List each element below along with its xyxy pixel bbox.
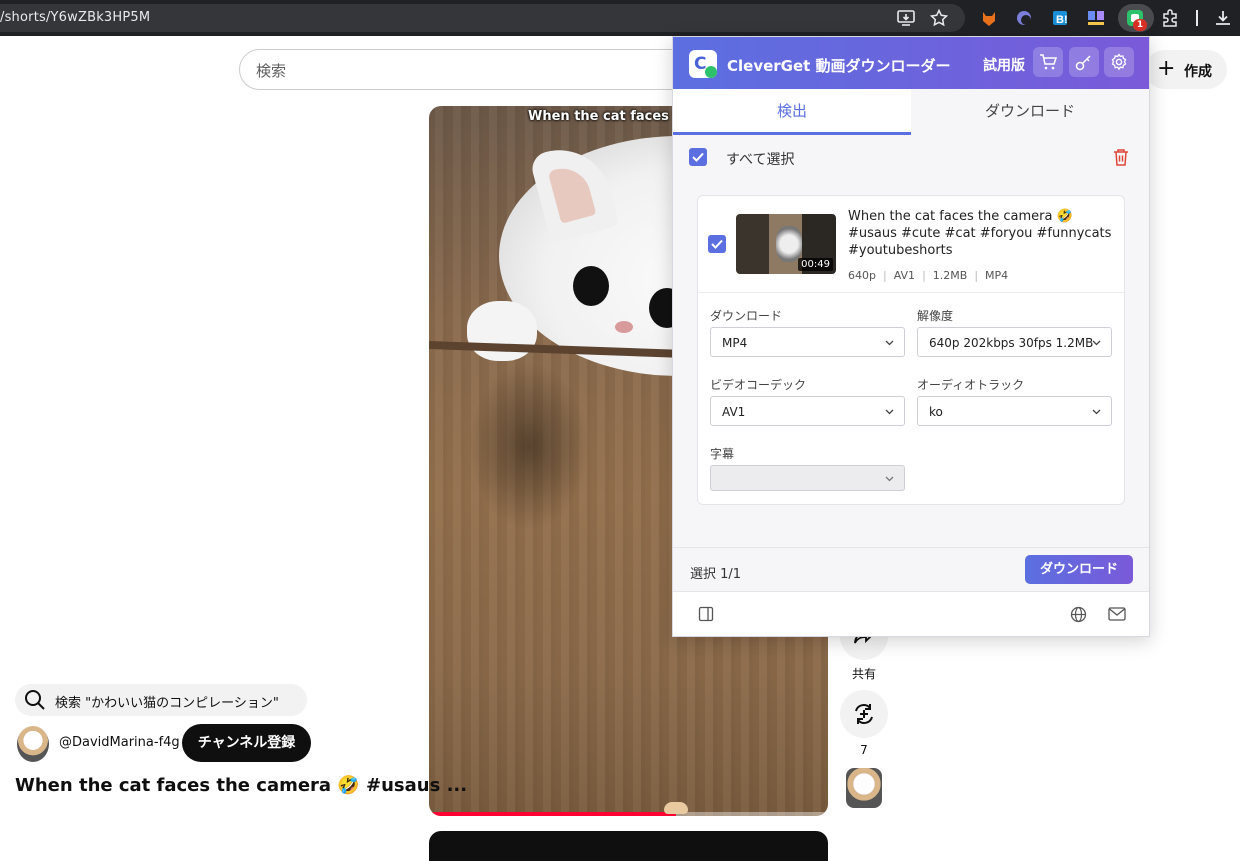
toolbar-divider: [1196, 10, 1198, 26]
selected-count: 選択 1/1: [690, 567, 742, 582]
download-format-value: MP4: [722, 336, 748, 350]
star-icon[interactable]: [929, 8, 949, 28]
popup-tabs: 検出 ダウンロード: [673, 89, 1149, 135]
audio-track-label: オーディオトラック: [917, 378, 1025, 392]
duration-badge: 00:49: [798, 258, 833, 271]
video-title: When the cat faces the camera 🤣 #usaus .…: [15, 775, 468, 796]
meta-codec: AV1: [893, 269, 916, 282]
item-title: When the cat faces the camera 🤣 #usaus #…: [848, 209, 1112, 258]
trash-icon[interactable]: [1113, 148, 1129, 166]
cat-eye-left: [573, 266, 609, 306]
popup-footer: 選択 1/1 ダウンロード: [673, 547, 1149, 591]
meta-resolution: 640p: [848, 269, 876, 282]
subtitle-select[interactable]: [710, 465, 905, 491]
extension-fox-icon[interactable]: [979, 8, 999, 28]
share-label: 共有: [851, 667, 876, 681]
progress-bar[interactable]: [429, 812, 828, 816]
search-icon: [25, 690, 45, 710]
card-divider: [698, 292, 1124, 293]
detected-list: 00:49 When the cat faces the camera 🤣 #u…: [673, 179, 1149, 547]
remix-icon: [855, 704, 873, 724]
download-format-label: ダウンロード: [710, 309, 783, 323]
create-label: 作成: [1184, 64, 1212, 80]
resolution-value: 640p 202kbps 30fps 1.2MB: [929, 336, 1094, 350]
meta-size: 1.2MB: [932, 269, 968, 282]
popup-header: C CleverGet 動画ダウンローダー 試用版: [673, 37, 1149, 89]
settings-icon: [1111, 53, 1127, 71]
sound-avatar[interactable]: [846, 768, 882, 808]
key-icon: [1075, 55, 1091, 71]
next-video-preview[interactable]: [429, 831, 828, 861]
video-item-card: 00:49 When the cat faces the camera 🤣 #u…: [697, 195, 1125, 505]
progress-fill: [429, 812, 677, 816]
key-button[interactable]: [1069, 47, 1099, 77]
globe-icon[interactable]: [1070, 606, 1087, 623]
checkmark-icon: [692, 152, 704, 162]
checkmark-icon: [711, 239, 723, 249]
popup-title: CleverGet 動画ダウンローダー: [727, 57, 951, 75]
install-app-icon[interactable]: [896, 8, 916, 28]
download-icon[interactable]: [1213, 8, 1233, 28]
chevron-down-icon: [885, 476, 894, 482]
popup-bottom-bar: [673, 591, 1149, 636]
chevron-down-icon: [885, 409, 894, 415]
search-suggestion-text: 検索 "かわいい猫のコンピレーション": [55, 696, 279, 711]
download-format-select[interactable]: MP4: [710, 327, 905, 357]
settings-button[interactable]: [1104, 47, 1134, 77]
extension-b-icon[interactable]: B!: [1050, 8, 1070, 28]
audio-track-value: ko: [929, 405, 943, 419]
codec-value: AV1: [722, 405, 746, 419]
progress-handle[interactable]: [664, 802, 689, 814]
resolution-label: 解像度: [917, 309, 954, 323]
sidebar-toggle-icon[interactable]: [698, 606, 714, 622]
url-text[interactable]: /shorts/Y6wZBk3HP5M: [0, 10, 150, 25]
logo-download-dot-icon: [705, 66, 717, 78]
plus-icon: +: [1157, 56, 1176, 81]
remix-count: 7: [860, 743, 868, 757]
mail-icon[interactable]: [1108, 607, 1126, 621]
tab-detect[interactable]: 検出: [673, 89, 911, 135]
puzzle-icon[interactable]: [1160, 8, 1180, 28]
select-all-row: すべて選択: [673, 135, 1149, 179]
trial-label[interactable]: 試用版: [983, 55, 1025, 75]
resolution-select[interactable]: 640p 202kbps 30fps 1.2MB: [917, 327, 1112, 357]
codec-label: ビデオコーデック: [710, 378, 807, 392]
extension-arc-icon[interactable]: [1014, 8, 1034, 28]
item-meta: 640p | AV1 | 1.2MB | MP4: [848, 269, 1009, 282]
chevron-down-icon: [1092, 340, 1101, 346]
tab-download[interactable]: ダウンロード: [911, 89, 1149, 135]
extension-blocks-icon[interactable]: [1086, 8, 1106, 28]
subtitle-label: 字幕: [710, 447, 735, 461]
meta-format: MP4: [985, 269, 1009, 282]
search-input[interactable]: [239, 49, 709, 90]
browser-toolbar: /shorts/Y6wZBk3HP5M B! 1: [0, 0, 1240, 36]
video-thumbnail: 00:49: [736, 214, 836, 274]
audio-track-select[interactable]: ko: [917, 396, 1112, 426]
subscribe-button[interactable]: チャンネル登録: [182, 724, 311, 762]
select-all-checkbox[interactable]: [689, 148, 707, 166]
search-placeholder: 検索: [256, 62, 287, 80]
chevron-down-icon: [1092, 409, 1101, 415]
item-checkbox[interactable]: [708, 235, 726, 253]
channel-avatar[interactable]: [17, 726, 49, 762]
cart-icon: [1040, 54, 1057, 70]
cleverget-logo: C: [689, 50, 717, 78]
select-all-label: すべて選択: [726, 152, 795, 168]
download-button[interactable]: ダウンロード: [1025, 555, 1133, 584]
cat-nose: [615, 321, 633, 333]
cart-button[interactable]: [1033, 47, 1063, 77]
extension-badge: 1: [1133, 19, 1147, 31]
chevron-down-icon: [885, 340, 894, 346]
svg-text:B!: B!: [1056, 14, 1068, 26]
thumbnail-cat: [776, 226, 802, 262]
cleverget-popup: C CleverGet 動画ダウンローダー 試用版 検出 ダウンロード すべて選…: [672, 36, 1150, 637]
codec-select[interactable]: AV1: [710, 396, 905, 426]
channel-name[interactable]: @DavidMarina-f4g: [59, 735, 180, 750]
cat-shadow: [469, 361, 589, 531]
